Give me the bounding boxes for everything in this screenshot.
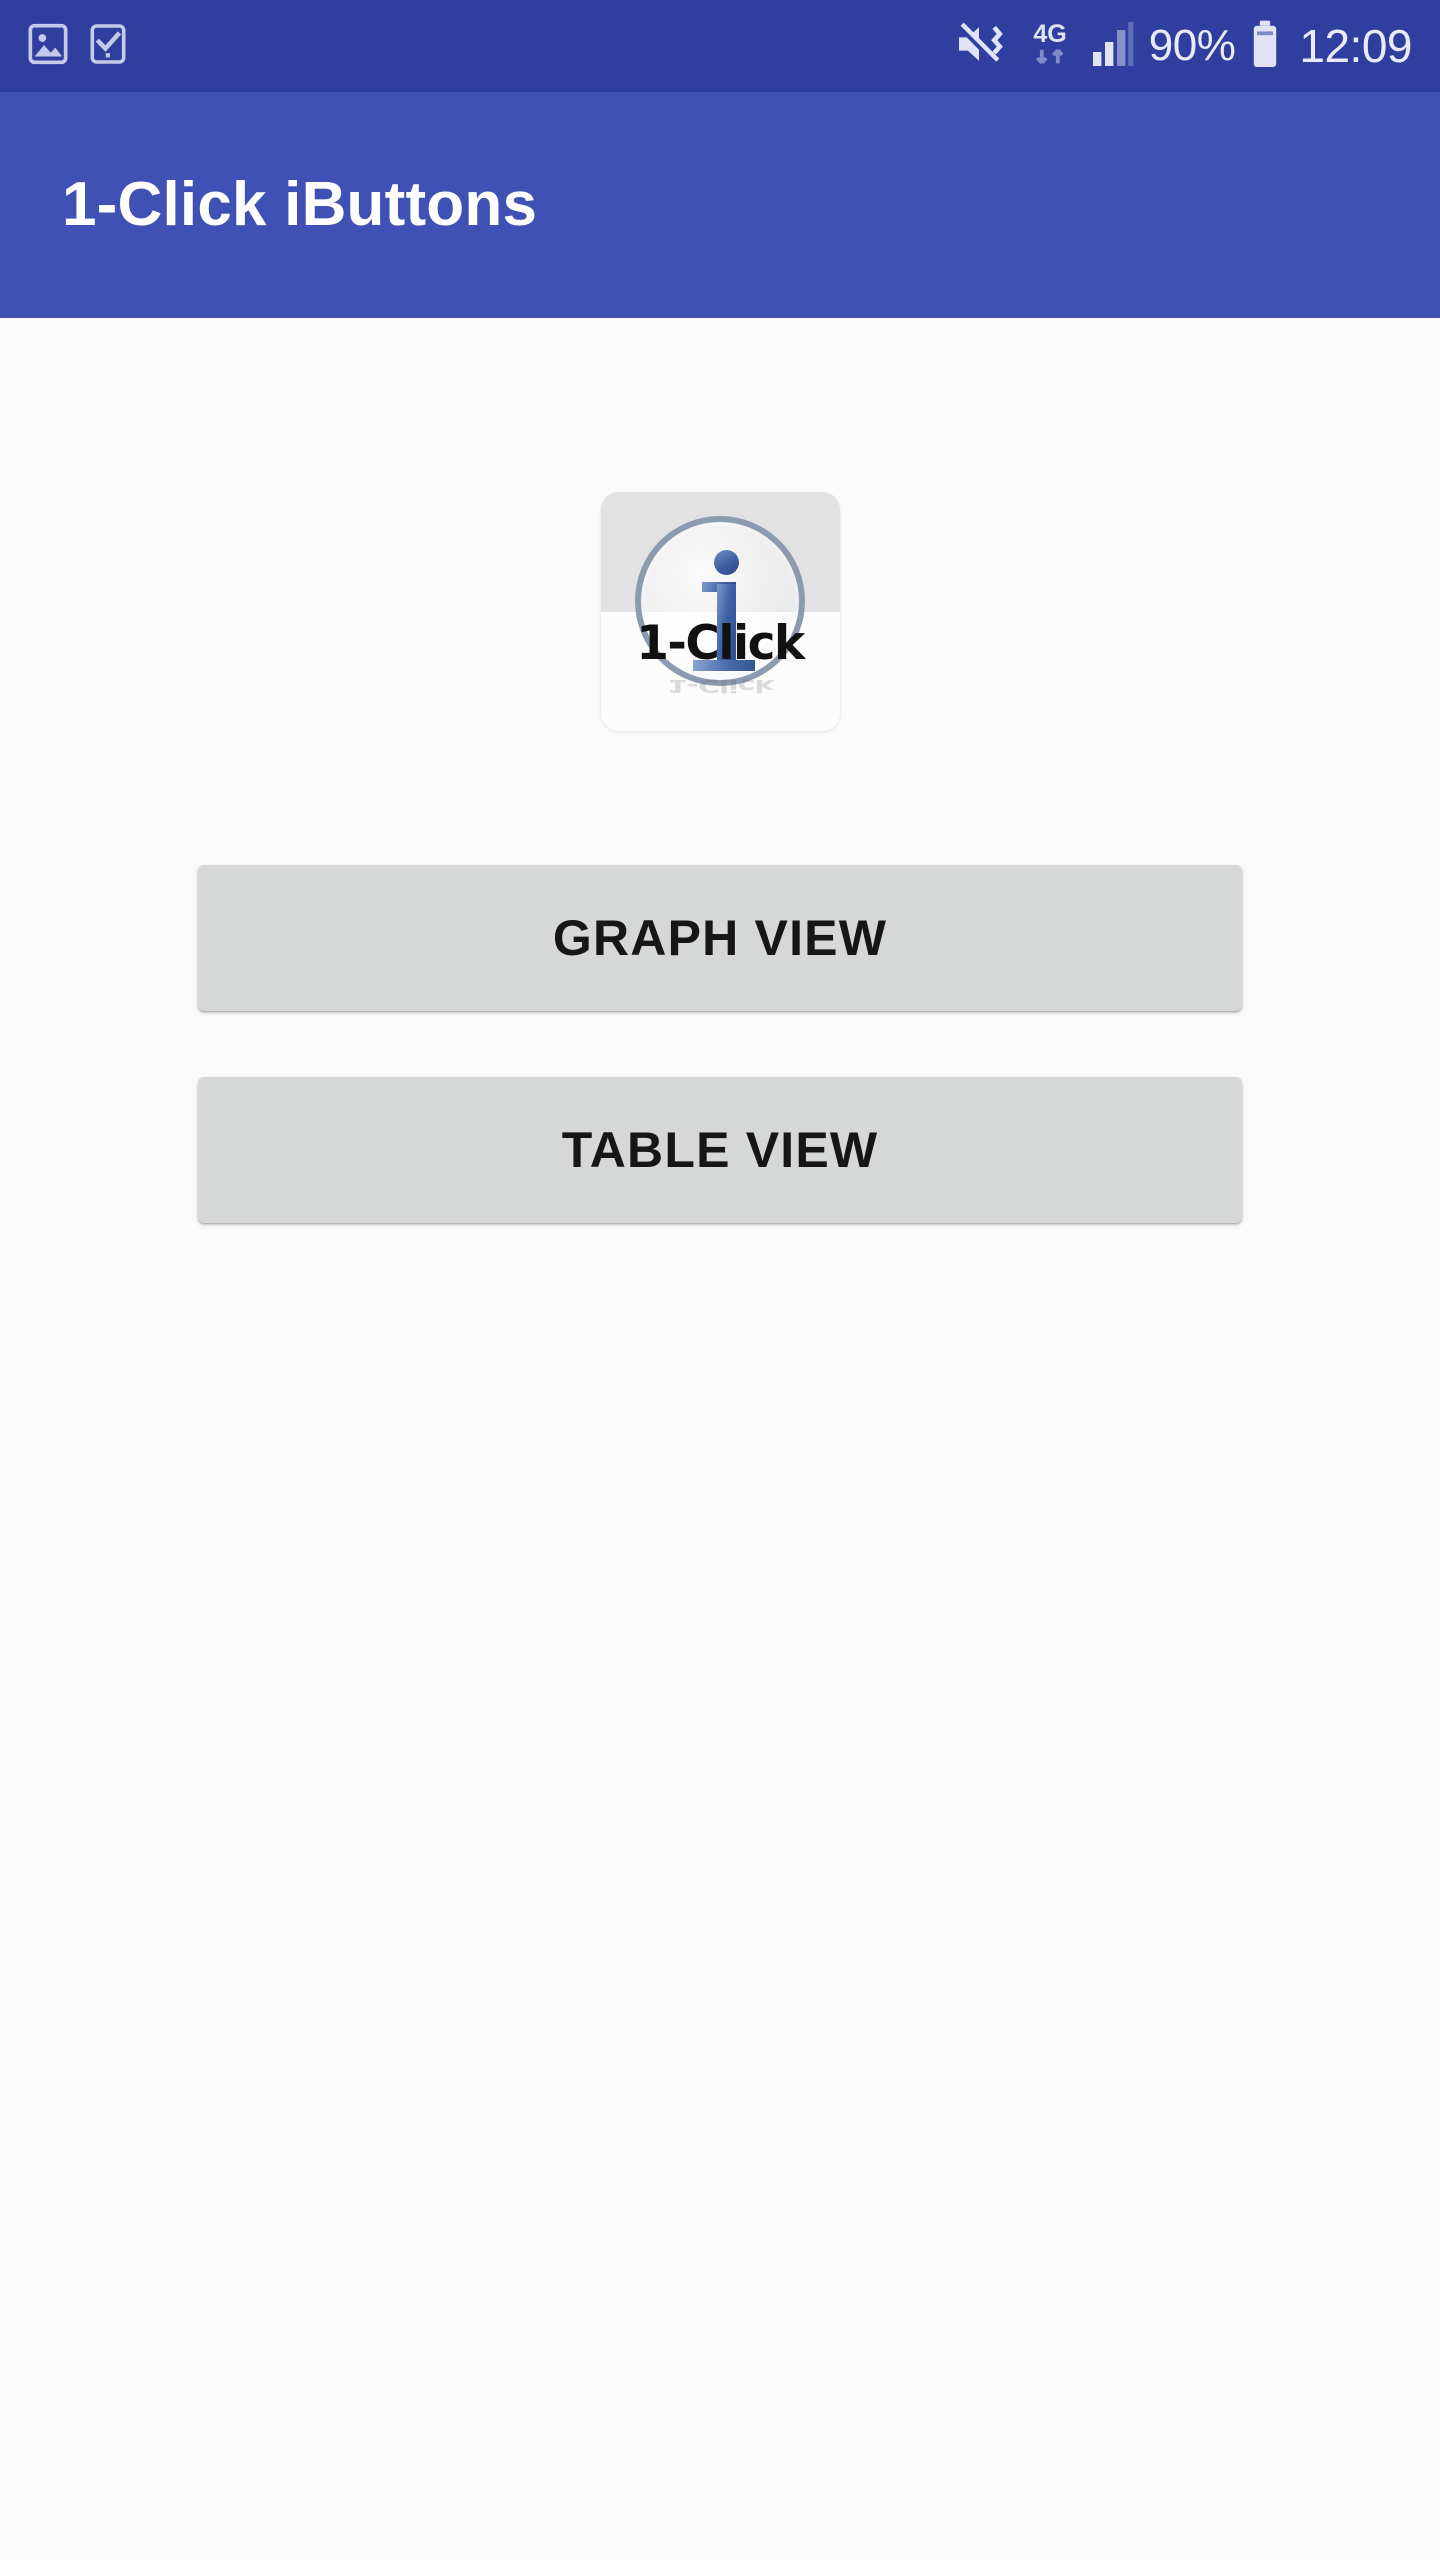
battery-percent-label: 90% <box>1148 21 1236 70</box>
status-bar-right-icons: 4G 90% 12:09 <box>955 17 1412 76</box>
main-content: 1-Click 1-Click GRAPH VIEW TABLE VIEW <box>0 318 1440 2560</box>
network-4g-icon: 4G <box>1023 17 1077 76</box>
battery-icon <box>1249 19 1281 74</box>
table-view-button[interactable]: TABLE VIEW <box>198 1077 1242 1223</box>
app-logo: 1-Click 1-Click <box>600 492 840 731</box>
logo-letter-i-dot <box>713 550 739 575</box>
page-title: 1-Click iButtons <box>62 170 538 239</box>
status-bar-clock: 12:09 <box>1299 20 1412 72</box>
logo-wordmark-reflection: 1-Click <box>666 675 774 696</box>
status-bar-left-icons <box>28 22 126 71</box>
logo-wordmark: 1-Click <box>636 616 805 671</box>
task-checkbox-icon <box>90 22 126 71</box>
image-icon <box>28 22 68 71</box>
action-button-group: GRAPH VIEW TABLE VIEW <box>198 865 1242 1223</box>
svg-text:4G: 4G <box>1033 19 1066 47</box>
mute-vibrate-icon <box>955 19 1009 74</box>
graph-view-button[interactable]: GRAPH VIEW <box>198 865 1242 1011</box>
status-bar: 4G 90% 12:09 <box>0 0 1440 92</box>
app-bar: 1-Click iButtons <box>0 92 1440 318</box>
signal-bars-icon <box>1091 19 1135 74</box>
